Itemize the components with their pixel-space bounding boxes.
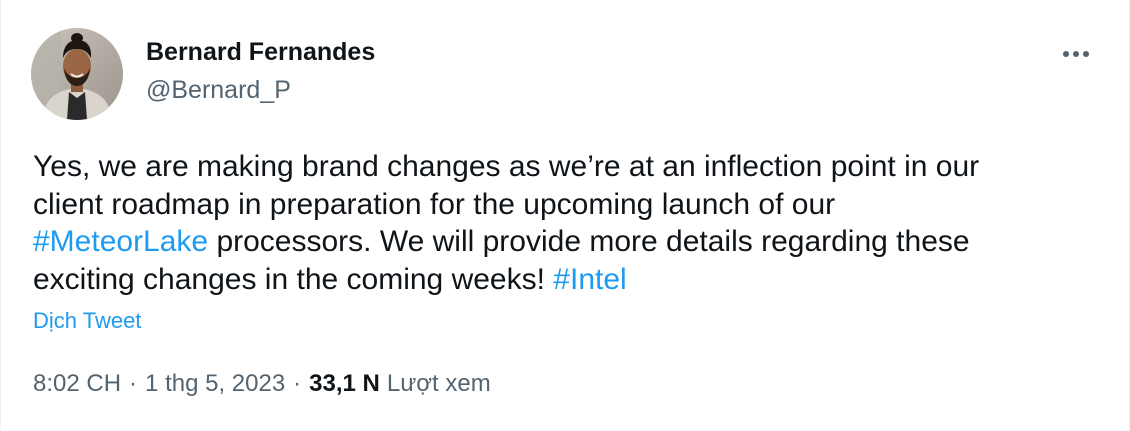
tweet-text-segment: client roadmap in preparation for the up…	[33, 187, 836, 221]
hashtag-link[interactable]: #Intel	[553, 263, 626, 296]
tweet-text-segment: exciting changes in the coming weeks!	[33, 262, 554, 296]
tweet-text-segment: processors. We will provide more details…	[208, 225, 970, 258]
tweet-card: Bernard Fernandes @Bernard_P Yes, we are…	[0, 0, 1130, 431]
tweet-text-segment: Yes, we are making brand changes as we’r…	[33, 150, 980, 183]
author-name[interactable]: Bernard Fernandes	[146, 38, 375, 67]
hashtag-link[interactable]: #MeteorLake	[33, 225, 208, 258]
more-dot	[1063, 51, 1069, 57]
tweet-text-line: Yes, we are making brand changes as we’r…	[33, 148, 1103, 186]
tweet-time[interactable]: 8:02 CH	[33, 370, 121, 398]
views-count: 33,1 N	[309, 370, 380, 397]
separator: ·	[293, 370, 302, 397]
avatar[interactable]	[31, 28, 123, 120]
author-handle[interactable]: @Bernard_P	[146, 76, 291, 105]
views-label: Lượt xem	[386, 370, 491, 397]
tweet-text-line: client roadmap in preparation for the up…	[33, 186, 1103, 224]
avatar-image	[31, 28, 123, 120]
tweet-meta: 8:02 CH · 1 thg 5, 2023 · 33,1 N Lượt xe…	[33, 370, 491, 398]
more-dot	[1083, 51, 1089, 57]
tweet-text: Yes, we are making brand changes as we’r…	[33, 148, 1103, 298]
tweet-date[interactable]: 1 thg 5, 2023	[145, 370, 285, 398]
tweet-text-line: exciting changes in the coming weeks! #I…	[33, 261, 1103, 299]
more-horizontal-icon[interactable]	[1056, 42, 1096, 66]
more-dot	[1073, 51, 1079, 57]
separator: ·	[129, 370, 138, 397]
tweet-text-line: #MeteorLake processors. We will provide …	[33, 223, 1103, 261]
translate-tweet-link[interactable]: Dịch Tweet	[33, 308, 141, 334]
